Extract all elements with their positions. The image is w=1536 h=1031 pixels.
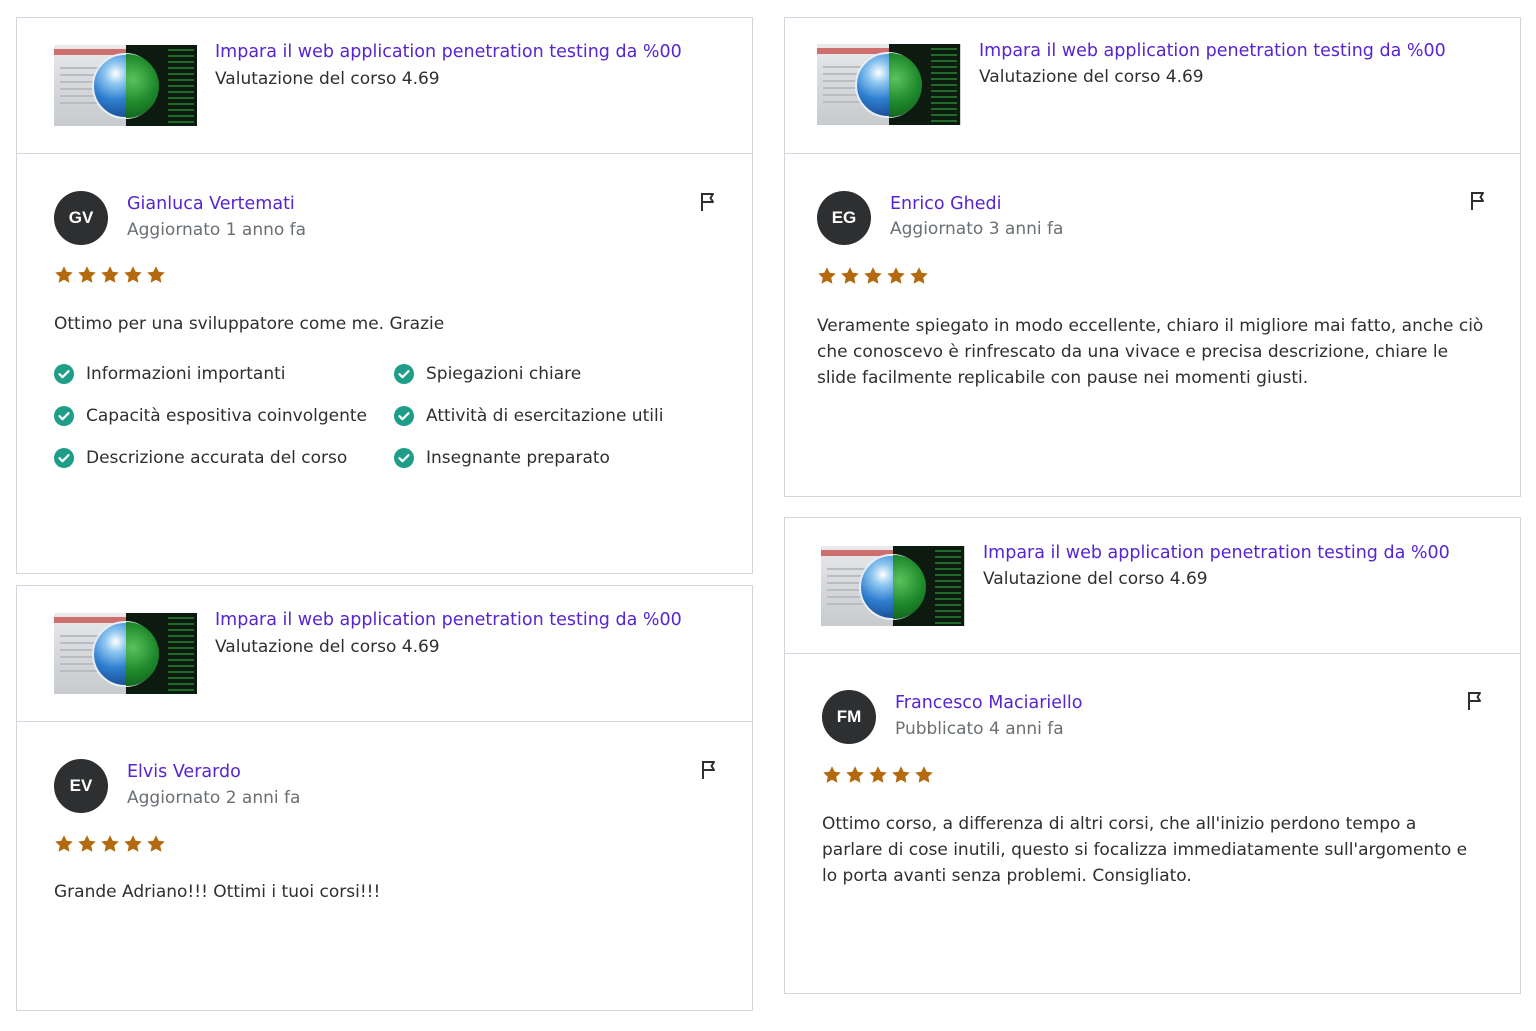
course-thumbnail[interactable] [817, 44, 961, 125]
star-icon [887, 267, 905, 284]
star-icon [823, 766, 841, 783]
star-icon [101, 266, 119, 283]
course-header: Impara il web application penetration te… [785, 518, 1520, 654]
review-card: Impara il web application penetration te… [784, 17, 1521, 497]
star-icon [841, 267, 859, 284]
course-header: Impara il web application penetration te… [785, 18, 1520, 154]
review-card: Impara il web application penetration te… [16, 17, 753, 574]
review-text: Ottimo per una sviluppatore come me. Gra… [54, 314, 445, 334]
star-rating [817, 266, 929, 286]
star-icon [147, 266, 165, 283]
tag-label: Insegnante preparato [426, 448, 610, 468]
tag-label: Informazioni importanti [86, 364, 286, 384]
course-rating: Valutazione del corso 4.69 [215, 69, 440, 89]
star-icon [892, 766, 910, 783]
tag-item: Informazioni importanti [54, 364, 394, 384]
tag-item: Descrizione accurata del corso [54, 448, 394, 468]
star-icon [818, 267, 836, 284]
reviewer-name[interactable]: Elvis Verardo [127, 762, 241, 782]
tag-label: Attività di esercitazione utili [426, 406, 664, 426]
review-card: Impara il web application penetration te… [16, 585, 753, 1011]
review-date: Aggiornato 3 anni fa [890, 219, 1064, 239]
star-icon [846, 766, 864, 783]
review-card: Impara il web application penetration te… [784, 517, 1521, 994]
tag-item: Attività di esercitazione utili [394, 406, 694, 426]
star-icon [55, 835, 73, 852]
check-circle-icon [394, 406, 414, 426]
flag-icon[interactable] [1469, 191, 1487, 211]
star-icon [869, 766, 887, 783]
tag-label: Descrizione accurata del corso [86, 448, 348, 468]
review-text: Ottimo corso, a differenza di altri cors… [822, 814, 1468, 886]
course-thumbnail[interactable] [54, 613, 197, 694]
course-rating: Valutazione del corso 4.69 [983, 569, 1208, 589]
reviewer-name[interactable]: Francesco Maciariello [895, 693, 1082, 713]
tag-label: Capacità espositiva coinvolgente [86, 406, 367, 426]
reviewer-name[interactable]: Gianluca Vertemati [127, 194, 295, 214]
course-title-link[interactable]: Impara il web application penetration te… [979, 41, 1446, 61]
course-title-link[interactable]: Impara il web application penetration te… [215, 610, 682, 630]
course-thumbnail[interactable] [54, 45, 197, 126]
flag-icon[interactable] [700, 760, 718, 780]
star-icon [864, 267, 882, 284]
star-icon [124, 835, 142, 852]
avatar: GV [54, 191, 108, 245]
star-rating [54, 265, 166, 285]
course-header: Impara il web application penetration te… [17, 18, 752, 154]
star-rating [822, 765, 934, 785]
star-icon [101, 835, 119, 852]
review-text: Grande Adriano!!! Ottimi i tuoi corsi!!! [54, 882, 381, 902]
check-circle-icon [54, 406, 74, 426]
review-date: Aggiornato 1 anno fa [127, 220, 307, 240]
star-rating [54, 834, 166, 854]
course-title-link[interactable]: Impara il web application penetration te… [983, 543, 1450, 563]
star-icon [78, 835, 96, 852]
avatar: EG [817, 191, 871, 245]
star-icon [910, 267, 928, 284]
review-date: Pubblicato 4 anni fa [895, 719, 1064, 739]
star-icon [147, 835, 165, 852]
check-circle-icon [54, 364, 74, 384]
check-circle-icon [54, 448, 74, 468]
star-icon [915, 766, 933, 783]
reviewer-name[interactable]: Enrico Ghedi [890, 194, 1002, 214]
review-date: Aggiornato 2 anni fa [127, 788, 301, 808]
flag-icon[interactable] [699, 192, 717, 212]
review-text: Veramente spiegato in modo eccellente, c… [817, 316, 1484, 388]
course-rating: Valutazione del corso 4.69 [979, 67, 1204, 87]
tag-item: Spiegazioni chiare [394, 364, 694, 384]
course-title-link[interactable]: Impara il web application penetration te… [215, 42, 682, 62]
star-icon [55, 266, 73, 283]
course-thumbnail[interactable] [821, 546, 965, 626]
tag-item: Capacità espositiva coinvolgente [54, 406, 394, 426]
tag-label: Spiegazioni chiare [426, 364, 582, 384]
check-circle-icon [394, 448, 414, 468]
tag-item: Insegnante preparato [394, 448, 694, 468]
course-header: Impara il web application penetration te… [17, 586, 752, 722]
check-circle-icon [394, 364, 414, 384]
flag-icon[interactable] [1466, 691, 1484, 711]
star-icon [78, 266, 96, 283]
star-icon [124, 266, 142, 283]
avatar: EV [54, 759, 108, 813]
review-tags: Informazioni importanti Spiegazioni chia… [54, 364, 694, 468]
avatar: FM [822, 690, 876, 744]
course-rating: Valutazione del corso 4.69 [215, 637, 440, 657]
